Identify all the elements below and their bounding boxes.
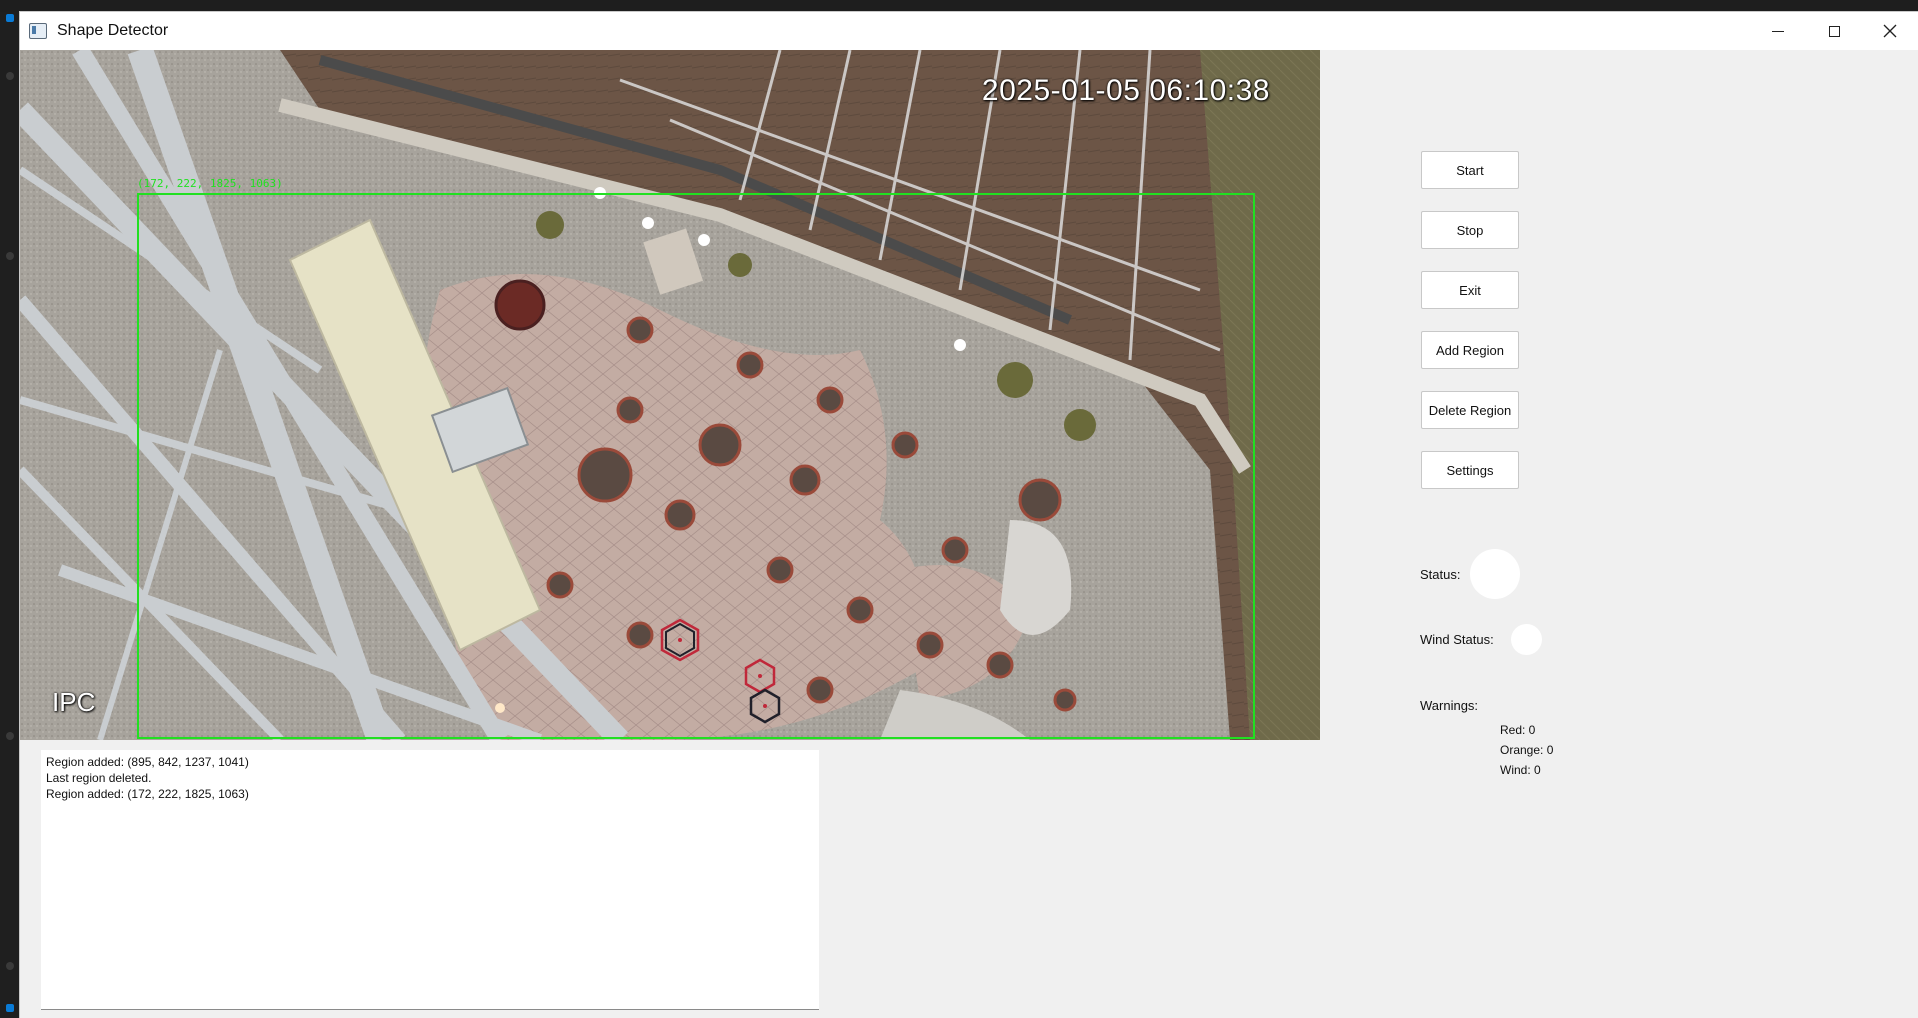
taskbar-icon	[6, 252, 14, 260]
window-title: Shape Detector	[57, 22, 169, 39]
warnings-heading: Warnings:	[1420, 698, 1479, 713]
title-bar[interactable]: Shape Detector	[20, 12, 1918, 50]
stop-button[interactable]: Stop	[1421, 211, 1519, 249]
maximize-icon	[1828, 25, 1840, 37]
log-line: Region added: (895, 842, 1237, 1041)	[46, 755, 249, 769]
taskbar-icon	[6, 72, 14, 80]
status-label: Status:	[1420, 567, 1461, 582]
wind-status-label: Wind Status:	[1420, 632, 1494, 647]
close-icon	[1883, 24, 1897, 38]
warning-red-count: Red: 0	[1500, 723, 1536, 737]
minimize-icon	[1772, 30, 1784, 32]
region-coordinates-label: (172, 222, 1825, 1063)	[137, 177, 283, 190]
log-output[interactable]: Region added: (895, 842, 1237, 1041) Las…	[41, 750, 819, 1010]
log-line: Region added: (172, 222, 1825, 1063)	[46, 787, 249, 801]
warning-orange-count: Orange: 0	[1500, 743, 1554, 757]
taskbar-icon	[6, 14, 14, 22]
add-region-button[interactable]: Add Region	[1421, 331, 1519, 369]
exit-button[interactable]: Exit	[1421, 271, 1519, 309]
start-button[interactable]: Start	[1421, 151, 1519, 189]
taskbar-icon	[6, 962, 14, 970]
region-of-interest-box[interactable]	[137, 193, 1255, 739]
app-icon	[29, 23, 47, 39]
minimize-button[interactable]	[1750, 12, 1806, 50]
warning-wind-count: Wind: 0	[1500, 763, 1541, 777]
maximize-button[interactable]	[1806, 12, 1862, 50]
camera-label: IPC	[52, 687, 96, 717]
wind-status-indicator	[1511, 624, 1542, 655]
close-button[interactable]	[1862, 12, 1918, 50]
desktop-left-strip	[0, 12, 20, 1018]
settings-button[interactable]: Settings	[1421, 451, 1519, 489]
taskbar-icon	[6, 732, 14, 740]
delete-region-button[interactable]: Delete Region	[1421, 391, 1519, 429]
camera-feed[interactable]: (172, 222, 1825, 1063) 2025-01-05 06:10:…	[20, 50, 1320, 740]
log-line: Last region deleted.	[46, 771, 152, 785]
feed-timestamp: 2025-01-05 06:10:38	[981, 74, 1270, 107]
taskbar-icon	[6, 1004, 14, 1012]
desktop-top-strip	[0, 0, 1918, 12]
status-indicator	[1470, 549, 1520, 599]
main-window: Shape Detector (172, 222, 1825, 1063) 20…	[20, 12, 1918, 1018]
